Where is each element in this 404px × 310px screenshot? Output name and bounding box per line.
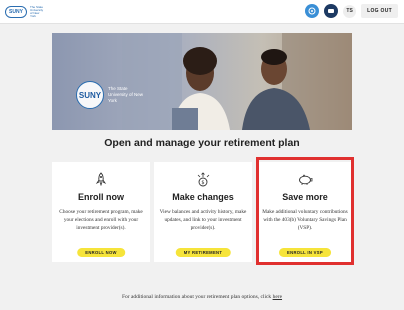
hero-photo <box>122 33 352 130</box>
highlight-box <box>256 157 354 265</box>
logo-subtext: The State University of New York <box>30 5 44 18</box>
page-headline: Open and manage your retirement plan <box>104 137 300 149</box>
help-button[interactable] <box>305 4 320 18</box>
card-description: Choose your retirement program, make you… <box>59 209 143 231</box>
suny-badge: SUNY <box>76 81 104 109</box>
dollar-arrows-icon: $ <box>197 172 210 187</box>
header-actions: TS LOG OUT <box>305 4 398 18</box>
logo-badge: SUNY <box>5 6 27 18</box>
chat-button[interactable] <box>324 4 339 18</box>
enroll-now-button[interactable]: ENROLL NOW <box>77 248 125 257</box>
chat-icon <box>328 9 335 13</box>
card-title: Enroll now <box>78 192 124 202</box>
my-retirement-button[interactable]: MY RETIREMENT <box>175 248 231 257</box>
here-link[interactable]: here <box>273 294 282 300</box>
card-enroll-now: Enroll now Choose your retirement progra… <box>52 162 150 262</box>
help-icon <box>308 7 316 15</box>
card-make-changes: $ Make changes View balances and activit… <box>154 162 252 262</box>
suny-logo[interactable]: SUNY The State University of New York <box>5 6 44 18</box>
hero-image: SUNY The State University of New York <box>52 33 352 130</box>
footnote: For additional information about your re… <box>0 294 404 300</box>
footnote-text: For additional information about your re… <box>121 294 272 300</box>
card-description: View balances and activity history, make… <box>159 209 247 231</box>
card-title: Make changes <box>172 192 234 202</box>
logout-button[interactable]: LOG OUT <box>361 4 398 18</box>
rocket-icon <box>95 172 107 186</box>
top-bar: SUNY The State University of New York TS… <box>0 0 404 24</box>
user-avatar[interactable]: TS <box>343 4 357 18</box>
suny-university-text: The State University of New York <box>108 86 144 103</box>
svg-text:$: $ <box>201 180 204 186</box>
